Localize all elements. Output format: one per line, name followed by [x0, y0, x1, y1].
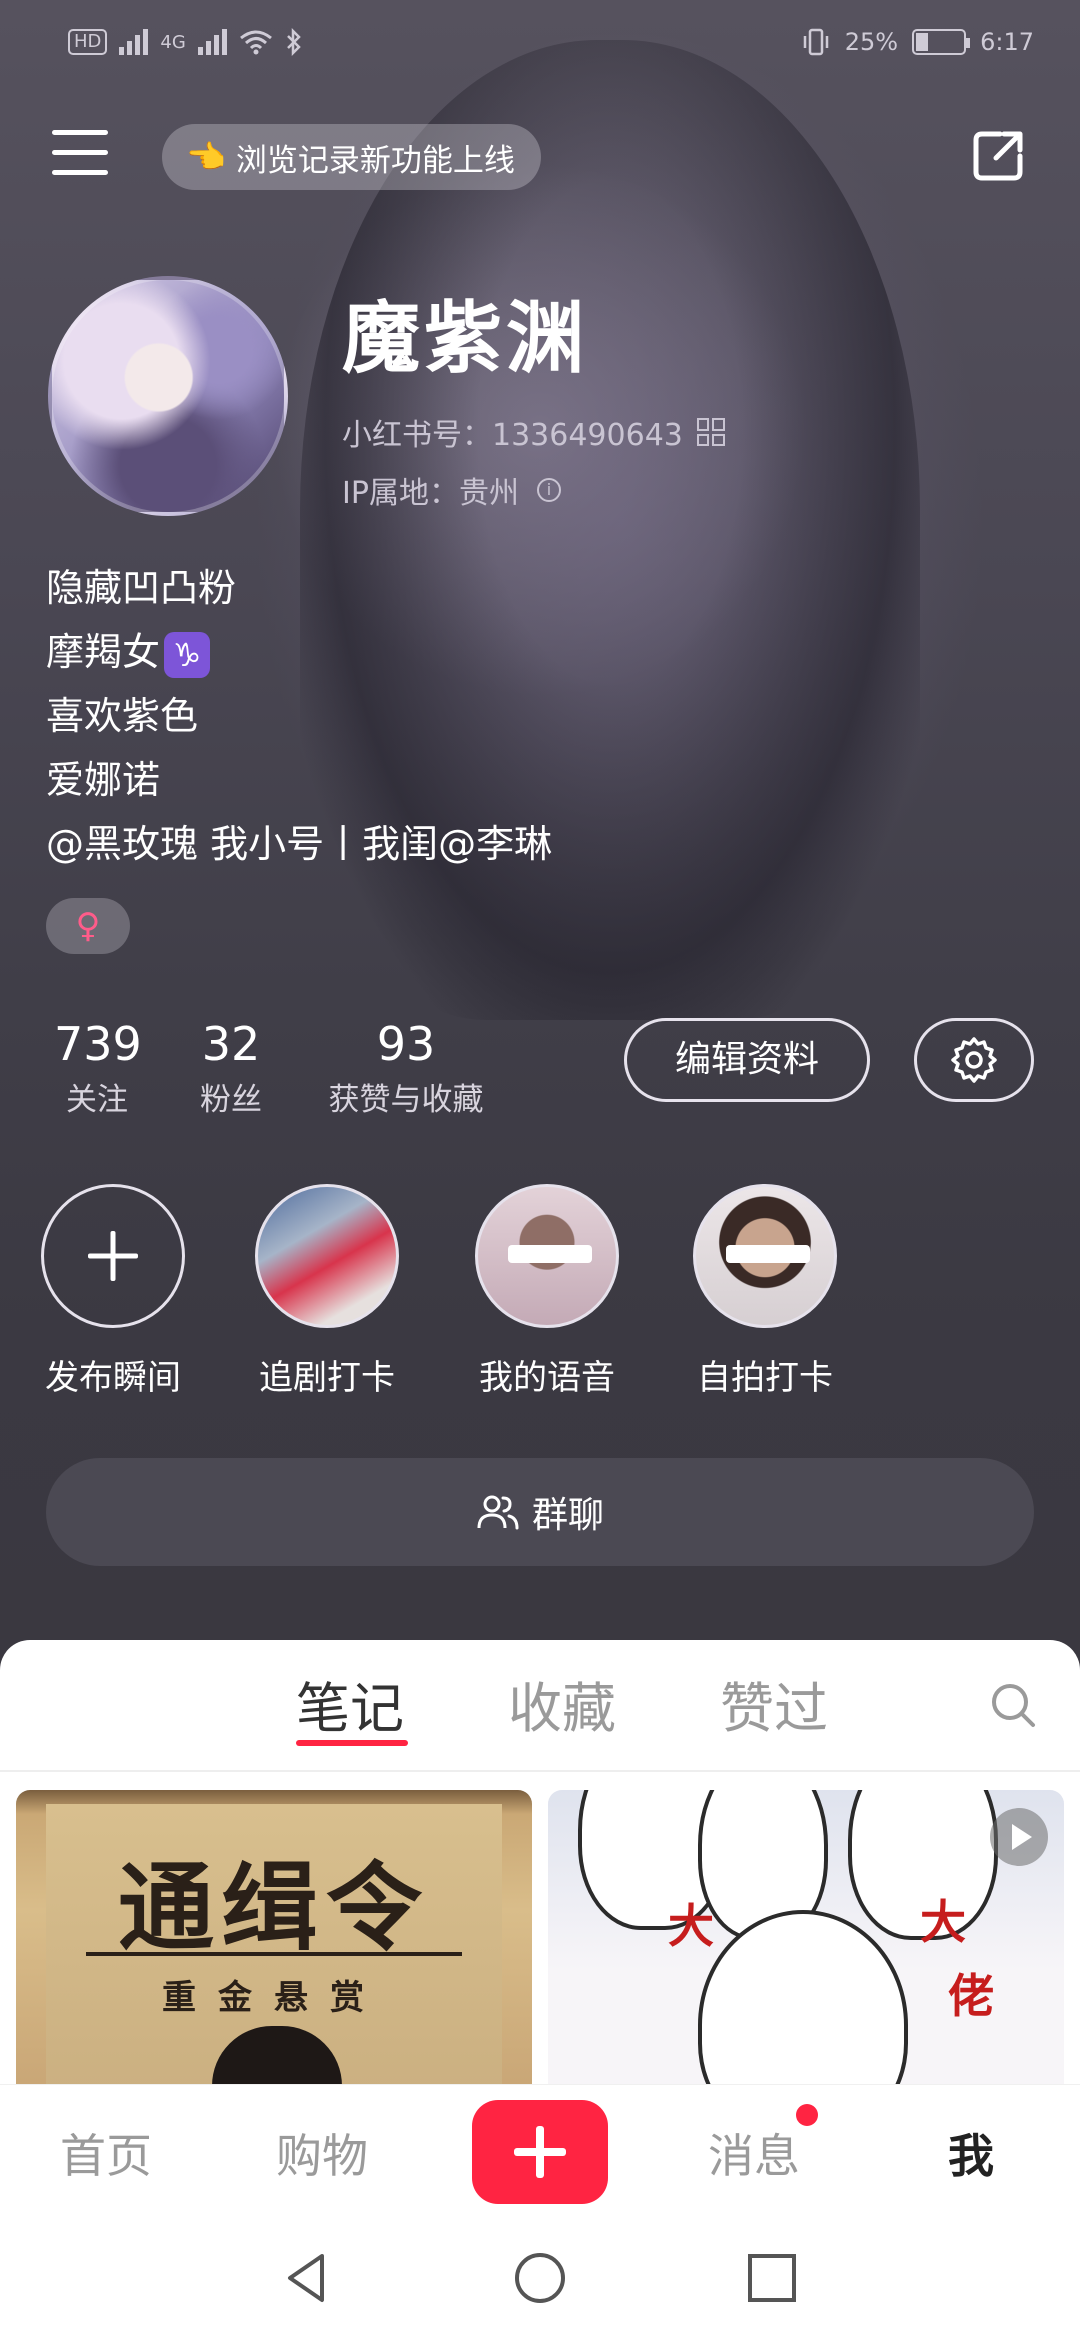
- video-play-icon: [990, 1808, 1048, 1866]
- bio-line: 隐藏凹凸粉: [46, 566, 237, 610]
- bluetooth-icon: [286, 28, 301, 56]
- status-left: HD 4G: [68, 28, 303, 56]
- bio-line-with-zodiac: 摩羯女 ♑: [46, 620, 552, 684]
- stat-label: 关注: [66, 1082, 128, 1118]
- unread-dot: [796, 2104, 818, 2126]
- cartoon-red-text: 佬: [948, 1969, 994, 2023]
- pointing-hand-icon: 👈: [186, 138, 226, 176]
- user-id-text: 小红书号：1336490643: [342, 418, 683, 453]
- stat-number: 32: [201, 1017, 261, 1071]
- vibrate-icon: [803, 28, 828, 56]
- add-post-button[interactable]: [472, 2100, 608, 2204]
- note-image-title: 通缉令: [118, 1852, 430, 1964]
- voice-wave-bar: [508, 1245, 592, 1263]
- info-icon[interactable]: i: [536, 478, 561, 502]
- battery-icon: [912, 29, 971, 55]
- stat-number: 93: [376, 1017, 436, 1071]
- highlight-label: 自拍打卡: [697, 1358, 833, 1398]
- highlight-drama-checkin[interactable]: 追剧打卡: [242, 1184, 412, 1399]
- back-icon[interactable]: [280, 2250, 336, 2306]
- bio-line: 摩羯女: [46, 630, 161, 674]
- home-icon[interactable]: [512, 2250, 568, 2306]
- qr-code-icon[interactable]: [696, 418, 725, 446]
- female-icon: ♀: [46, 898, 130, 954]
- stat-label: 粉丝: [200, 1082, 262, 1118]
- bio-line: 爱娜诺: [46, 758, 161, 802]
- profile-name: 魔紫渊: [342, 294, 589, 384]
- hd-badge: HD: [68, 29, 108, 55]
- status-bar: HD 4G 25% 6:17: [0, 0, 1080, 96]
- capricorn-icon: ♑: [164, 631, 211, 678]
- nav-home[interactable]: 首页: [60, 2120, 152, 2186]
- tabs-divider: [0, 1770, 1080, 1772]
- gear-icon: [951, 1037, 997, 1083]
- blur-bar: [726, 1245, 810, 1263]
- highlight-label: 追剧打卡: [259, 1358, 395, 1398]
- search-icon[interactable]: [988, 1680, 1038, 1730]
- settings-button[interactable]: [914, 1018, 1034, 1102]
- signal-icon-2: [197, 29, 227, 55]
- stat-label: 获赞与收藏: [328, 1082, 484, 1118]
- cartoon-red-text: 大: [920, 1895, 966, 1949]
- notice-text: 浏览记录新功能上线: [235, 142, 515, 179]
- menu-icon[interactable]: [52, 130, 108, 178]
- network-type: 4G: [160, 31, 186, 53]
- group-chat-button[interactable]: 群聊: [46, 1458, 1034, 1566]
- note-card[interactable]: 大 大 佬: [548, 1790, 1064, 2090]
- highlight-selfie-checkin[interactable]: 自拍打卡: [680, 1184, 850, 1399]
- tab-liked[interactable]: 赞过: [720, 1664, 828, 1743]
- stat-likes-collects[interactable]: 93 获赞与收藏: [314, 1012, 498, 1124]
- highlight-thumbnail[interactable]: [475, 1184, 619, 1328]
- recents-icon[interactable]: [744, 2250, 800, 2306]
- clock: 6:17: [980, 28, 1034, 56]
- bio-line: 喜欢紫色: [46, 694, 199, 738]
- bio-mentions[interactable]: @黑玫瑰 我小号丨我闺@李琳: [46, 812, 552, 876]
- note-image-subtitle: 重金悬赏: [162, 1978, 386, 2018]
- new-feature-notice[interactable]: 👈 浏览记录新功能上线: [162, 124, 541, 190]
- group-icon: [477, 1495, 519, 1530]
- share-icon[interactable]: [970, 126, 1028, 184]
- highlight-label: 发布瞬间: [45, 1358, 181, 1398]
- poster-rule: [86, 1952, 462, 1956]
- wifi-icon: [239, 30, 272, 55]
- battery-percent: 25%: [844, 28, 899, 56]
- user-id-row[interactable]: 小红书号：1336490643: [342, 410, 725, 454]
- plus-icon[interactable]: [41, 1184, 185, 1328]
- nav-messages[interactable]: 消息: [708, 2120, 800, 2186]
- highlight-thumbnail[interactable]: [693, 1184, 837, 1328]
- edit-profile-button[interactable]: 编辑资料: [624, 1018, 870, 1102]
- avatar[interactable]: [48, 276, 288, 516]
- nav-me[interactable]: 我: [948, 2120, 994, 2186]
- highlight-label: 我的语音: [479, 1358, 615, 1398]
- highlight-thumbnail[interactable]: [255, 1184, 399, 1328]
- ip-location-row: IP属地：贵州 i: [342, 468, 561, 512]
- stat-followers[interactable]: 32 粉丝: [188, 1012, 274, 1124]
- stat-number: 739: [54, 1017, 142, 1071]
- status-right: 25% 6:17: [801, 28, 1034, 56]
- highlight-my-voice[interactable]: 我的语音: [462, 1184, 632, 1399]
- stat-following[interactable]: 739 关注: [54, 1012, 142, 1124]
- tab-collections[interactable]: 收藏: [508, 1664, 616, 1743]
- ip-location-text: IP属地：贵州: [342, 476, 519, 511]
- signal-icon: [119, 29, 149, 55]
- note-card[interactable]: 通缉令 重金悬赏: [16, 1790, 532, 2090]
- active-tab-indicator: [296, 1740, 408, 1746]
- group-chat-label: 群聊: [531, 1495, 604, 1536]
- cartoon-red-text: 大: [668, 1899, 714, 1953]
- bio: 隐藏凹凸粉 摩羯女 ♑ 喜欢紫色 爱娜诺 @黑玫瑰 我小号丨我闺@李琳: [46, 556, 552, 876]
- highlight-post-moment[interactable]: 发布瞬间: [28, 1184, 198, 1399]
- tab-notes[interactable]: 笔记: [296, 1664, 404, 1743]
- nav-shop[interactable]: 购物: [276, 2120, 368, 2186]
